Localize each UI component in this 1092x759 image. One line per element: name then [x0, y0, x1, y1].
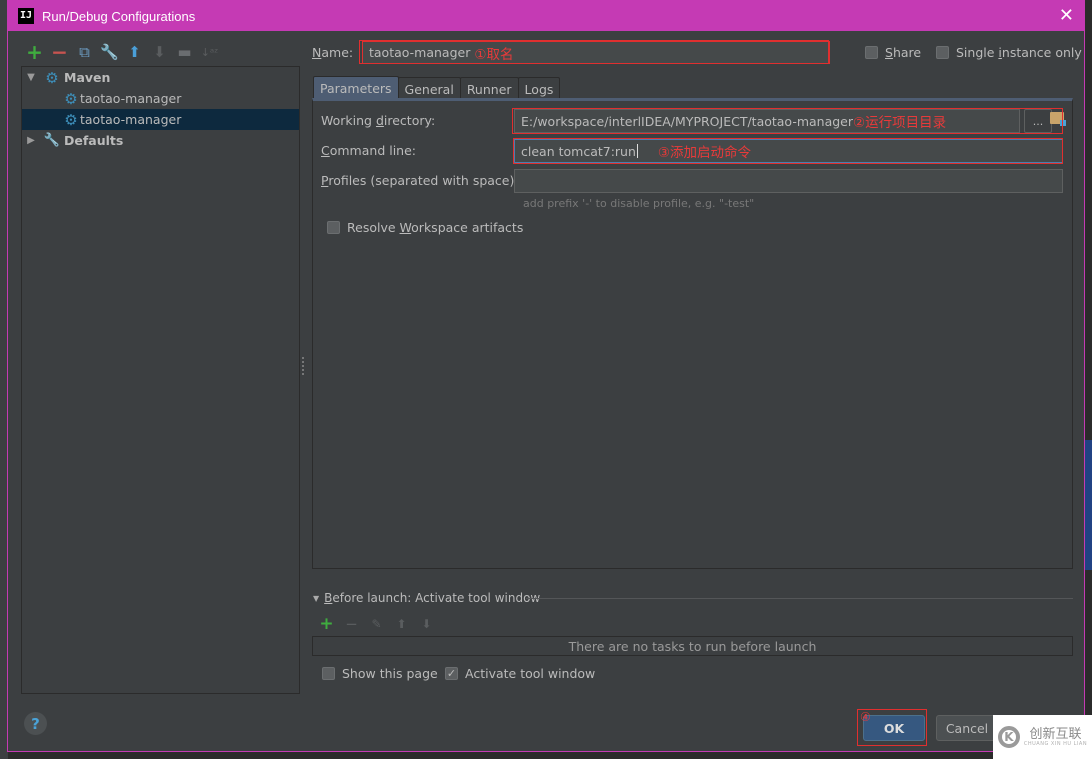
annotation-2: ②运行项目目录	[853, 115, 947, 131]
name-input[interactable]: taotao-manager ①取名	[362, 41, 830, 64]
single-instance-checkbox[interactable]: Single instance only	[936, 45, 1082, 60]
annotation-4: ④	[860, 710, 871, 724]
separator-line	[526, 598, 1073, 599]
share-checkbox[interactable]: Share	[865, 45, 921, 60]
empty-task-list-text: There are no tasks to run before launch	[568, 638, 817, 654]
tree-item-label: taotao-manager	[80, 91, 182, 106]
working-directory-label: Working directory:	[321, 113, 436, 128]
maven-config-icon: ⚙	[64, 110, 78, 129]
browse-button[interactable]: ...	[1024, 109, 1052, 133]
share-label: Share	[885, 45, 922, 60]
background-ide-right	[1085, 0, 1092, 759]
activate-tool-window-checkbox-box[interactable]: ✓	[445, 667, 458, 680]
resolve-workspace-checkbox[interactable]: Resolve Workspace artifacts	[327, 220, 523, 235]
title-bar[interactable]: IJ Run/Debug Configurations ✕	[8, 1, 1084, 31]
move-task-up-button[interactable]: ⬆	[391, 613, 412, 635]
cancel-button[interactable]: Cancel	[936, 715, 998, 741]
name-value: taotao-manager	[369, 45, 471, 60]
tree-item-label: taotao-manager	[80, 112, 182, 127]
tree-item-config[interactable]: ⚙ taotao-manager	[22, 88, 299, 109]
tab-parameters[interactable]: Parameters	[313, 76, 399, 99]
tab-bar: Parameters General Runner Logs	[313, 76, 561, 100]
annotation-3: ③添加启动命令	[657, 145, 752, 161]
profiles-label: Profiles (separated with space):	[321, 173, 519, 188]
show-this-page-checkbox-box[interactable]	[322, 667, 335, 680]
before-launch-toolbar: + − ✎ ⬆ ⬇	[316, 613, 437, 635]
new-folder-button[interactable]: ▬	[172, 41, 197, 63]
remove-task-button[interactable]: −	[341, 613, 362, 635]
collapse-arrow-icon[interactable]: ▶	[25, 135, 37, 146]
collapse-triangle-icon: ▼	[313, 593, 320, 603]
share-checkbox-box[interactable]	[865, 46, 878, 59]
move-up-button[interactable]: ⬆	[122, 41, 147, 63]
watermark-subtext: CHUANG XIN HU LIAN	[1023, 740, 1088, 747]
dialog-title: Run/Debug Configurations	[42, 8, 196, 24]
edit-task-pencil-icon[interactable]: ✎	[366, 613, 387, 635]
help-button[interactable]: ?	[24, 712, 47, 735]
watermark-logo-icon: K	[997, 726, 1020, 748]
watermark: K 创新互联 CHUANG XIN HU LIAN	[993, 715, 1092, 759]
profiles-hint: add prefix '-' to disable profile, e.g. …	[523, 197, 755, 210]
activate-tool-window-label: Activate tool window	[465, 666, 596, 681]
add-config-button[interactable]: +	[22, 40, 47, 64]
single-instance-checkbox-box[interactable]	[936, 46, 949, 59]
maven-config-icon: ⚙	[64, 89, 78, 108]
annotation-1: ①取名	[474, 46, 514, 63]
profiles-input[interactable]	[514, 169, 1063, 193]
tree-node-label: Maven	[64, 70, 111, 85]
watermark-text: 创新互联	[1029, 726, 1082, 742]
tree-node-label: Defaults	[64, 133, 124, 148]
maven-gear-icon: ⚙	[45, 68, 59, 87]
show-this-page-label: Show this page	[342, 666, 438, 681]
folder-icon[interactable]	[1050, 112, 1066, 126]
command-line-value: clean tomcat7:run	[521, 143, 636, 159]
move-down-button[interactable]: ⬇	[147, 41, 172, 63]
tree-node-maven[interactable]: ▼ ⚙ Maven	[22, 67, 299, 88]
ok-button[interactable]: OK	[863, 715, 925, 741]
copy-config-button[interactable]: ⧉	[72, 41, 97, 63]
add-task-button[interactable]: +	[316, 613, 337, 635]
parameters-panel: Working directory: E:/workspace/interlID…	[312, 98, 1073, 569]
splitter-handle[interactable]	[301, 356, 305, 376]
command-line-input[interactable]: clean tomcat7:run ③添加启动命令	[514, 139, 1063, 163]
text-caret	[636, 144, 638, 158]
tree-node-defaults[interactable]: ▶ 🔧 Defaults	[22, 130, 299, 151]
working-directory-value: E:/workspace/interlIDEA/MYPROJECT/taotao…	[521, 113, 854, 129]
tab-general[interactable]: General	[397, 77, 461, 100]
resolve-workspace-label: Resolve Workspace artifacts	[347, 220, 524, 235]
remove-config-button[interactable]: −	[47, 40, 72, 64]
config-toolbar: + − ⧉ 🔧 ⬆ ⬇ ▬ ↓ᵃᶻ	[22, 40, 222, 64]
resolve-workspace-checkbox-box[interactable]	[327, 221, 340, 234]
move-task-down-button[interactable]: ⬇	[416, 613, 437, 635]
close-icon[interactable]: ✕	[1059, 7, 1074, 25]
sort-button[interactable]: ↓ᵃᶻ	[197, 41, 222, 63]
run-debug-configurations-dialog: IJ Run/Debug Configurations ✕ + − ⧉ 🔧 ⬆ ⬇ ▬ ↓ᵃᶻ…	[7, 0, 1085, 752]
activate-tool-window-checkbox[interactable]: ✓ Activate tool window	[445, 666, 595, 681]
before-launch-toggle[interactable]: ▼ Before launch: Activate tool window	[313, 591, 540, 605]
before-launch-label: Before launch: Activate tool window	[324, 591, 541, 605]
expand-arrow-icon[interactable]: ▼	[25, 72, 37, 83]
wrench-icon: 🔧	[43, 133, 61, 148]
show-this-page-checkbox[interactable]: Show this page	[322, 666, 438, 681]
tree-item-config-selected[interactable]: ⚙ taotao-manager	[22, 109, 299, 130]
config-tree: ▼ ⚙ Maven ⚙ taotao-manager ⚙ taotao-mana…	[21, 66, 300, 694]
tab-runner[interactable]: Runner	[459, 77, 519, 100]
name-label: Name:	[312, 45, 354, 60]
command-line-label: Command line:	[321, 143, 416, 158]
edit-defaults-button[interactable]: 🔧	[97, 41, 122, 63]
working-directory-input[interactable]: E:/workspace/interlIDEA/MYPROJECT/taotao…	[514, 109, 1020, 133]
tab-logs[interactable]: Logs	[517, 77, 561, 100]
single-instance-label: Single instance only	[956, 45, 1082, 60]
intellij-app-icon: IJ	[18, 8, 34, 24]
before-launch-task-list: There are no tasks to run before launch	[312, 636, 1073, 656]
